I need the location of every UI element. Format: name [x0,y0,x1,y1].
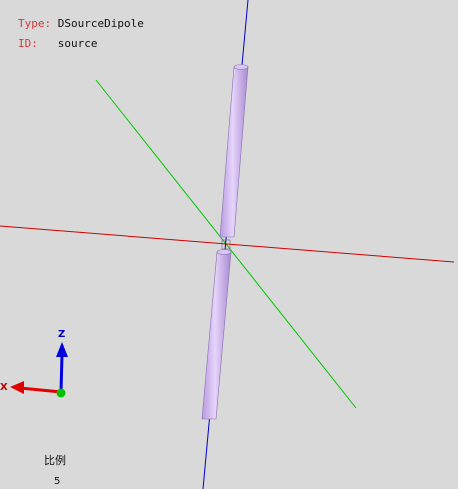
scene-canvas[interactable]: Z X [0,0,458,489]
orientation-triad: Z X [0,329,68,398]
object-info-overlay: Type: DSourceDipole ID: source [18,14,144,54]
scale-value: 5 [54,476,61,487]
triad-x-arrowhead [10,381,24,394]
triad-z-axis [59,354,64,393]
type-row: Type: DSourceDipole [18,14,144,34]
triad-x-axis [19,386,62,394]
id-key: ID: [18,37,38,50]
type-value: DSourceDipole [57,17,144,30]
scale-label: 比例 [44,454,66,467]
triad-y-origin [56,388,66,398]
triad-z-label: Z [58,329,65,340]
triad-z-arrowhead [56,342,68,357]
scale-indicator: 比例 5 [44,452,66,487]
3d-viewport[interactable]: Z X Type: DSourceDipole ID: source 比例 5 [0,0,458,489]
dipole-lower-arm[interactable] [201,249,232,420]
id-value: source [57,37,98,50]
type-key: Type: [18,17,52,30]
id-row: ID: source [18,34,144,54]
dipole-upper-arm[interactable] [219,64,249,238]
triad-x-label: X [0,382,8,393]
